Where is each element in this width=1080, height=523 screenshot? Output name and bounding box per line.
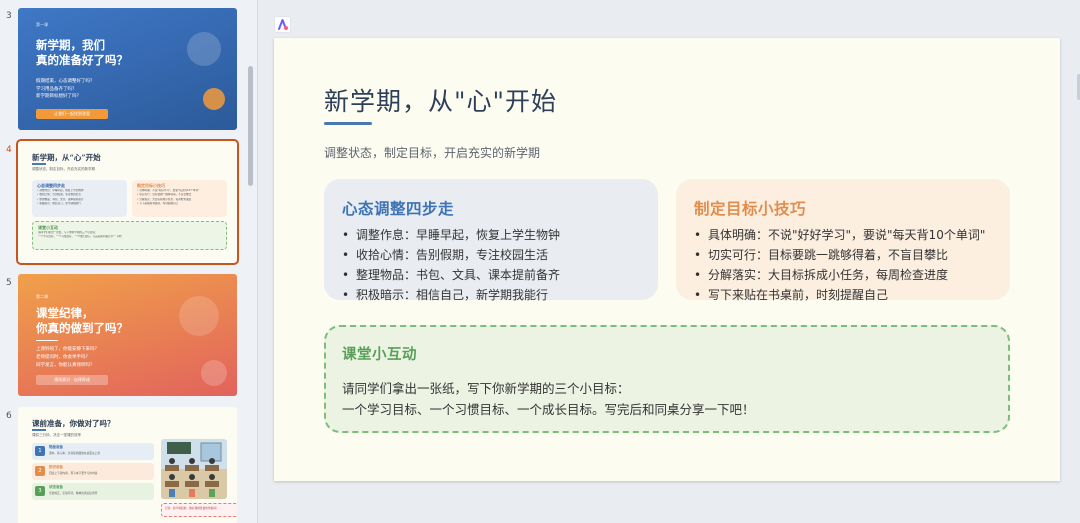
- classroom-illustration: [161, 439, 227, 499]
- thumb-subtitle: 课前三分钟，决定一堂课的效率: [32, 433, 81, 437]
- thumbnail-preview[interactable]: 第二课 课堂纪律， 你真的做到了吗？ 上课铃响了，你能安静下来吗？ 老师提问时，…: [18, 274, 237, 396]
- interaction-line: 请同学们拿出一张纸，写下你新学期的三个小目标：: [342, 381, 630, 396]
- slide-subtitle[interactable]: 调整状态，制定目标，开启充实的新学期: [324, 144, 540, 161]
- thumb-card-green: 课堂小互动 请同学们拿出一张纸，写下你新学期的三个小目标： 一个学习目标、一个习…: [32, 221, 227, 250]
- thumbnail-preview[interactable]: 第一课 新学期，我们 真的准备好了吗？ 假期结束，心态调整好了吗？ 学习用品备齐…: [18, 8, 237, 130]
- slide-number: 3: [6, 11, 12, 21]
- bullet-dot-icon: •: [342, 248, 350, 262]
- bullet-dot-icon: •: [694, 228, 702, 242]
- thumb-tag: 第一课: [36, 22, 48, 27]
- interaction-card[interactable]: 课堂小互动 请同学们拿出一张纸，写下你新学期的三个小目标： 一个学习目标、一个习…: [324, 325, 1010, 433]
- goal-tips-card[interactable]: 制定目标小技巧 • 具体明确：不说"好好学习"，要说"每天背10个单词" • 切实可…: [676, 179, 1010, 302]
- bullet-list: • 具体明确：不说"好好学习"，要说"每天背10个单词" • 切实可行：目标要跳一跳…: [692, 225, 994, 305]
- thumb-subtitle: 调整状态，制定目标，开启充实的新学期: [32, 167, 95, 171]
- bullet-list: • 调整作息：早睡早起，恢复上学生物钟 • 收拾心情：告别假期，专注校园生活 • 整理…: [340, 225, 642, 305]
- decor-circle: [203, 88, 225, 110]
- interaction-line: 一个学习目标、一个习惯目标、一个成长目标。写完后和同桌分享一下吧！: [342, 402, 755, 417]
- thumb-step-row: 1 物品准备 课本、练习本、文具提前摆放在桌面左上角: [32, 443, 154, 460]
- decor-circle: [179, 296, 219, 336]
- card-heading: 心态调整四步走: [342, 200, 455, 218]
- thumb-title: 新学期，从“心”开始: [32, 153, 101, 162]
- thumb-note: 记住：铃声响起前，做好课前准备的你最棒！: [161, 503, 237, 517]
- thumbnail-scrollbar[interactable]: [248, 66, 253, 186]
- thumb-card-blue: 心态调整四步走 • 调整作息：早睡早起，恢复上学生物钟 • 收拾心情：告别假期，…: [32, 180, 127, 217]
- thumb-step-row: 2 知识准备 回顾上节课内容，预习本节要学习的内容: [32, 463, 154, 480]
- list-item: • 切实可行：目标要跳一跳够得着，不盲目攀比: [692, 245, 994, 265]
- list-item: • 积极暗示：相信自己，新学期我能行: [340, 285, 642, 305]
- thumb-subtitle: 假期结束，心态调整好了吗？ 学习用品备齐了吗？ 新学期目标想好了吗？: [36, 79, 95, 99]
- card-heading: 课堂小互动: [342, 347, 417, 363]
- app-logo-icon[interactable]: [274, 16, 291, 33]
- app-window: 3 第一课 新学期，我们 真的准备好了吗？ 假期结束，心态调整好了吗？ 学习用品…: [0, 0, 1080, 523]
- thumb-tag: 第二课: [36, 294, 48, 299]
- bullet-dot-icon: •: [342, 288, 350, 302]
- thumb-title: 课前准备，你做对了吗？: [32, 419, 115, 428]
- slide-number: 4: [6, 145, 12, 155]
- list-item: • 分解落实：大目标拆成小任务，每周检查进度: [692, 265, 994, 285]
- bullet-dot-icon: •: [342, 268, 350, 282]
- thumb-step-row: 3 状态准备 坐姿端正，安静等待，精神饱满迎接老师: [32, 483, 154, 500]
- slide-canvas[interactable]: 新学期，从"心"开始 调整状态，制定目标，开启充实的新学期 心态调整四步走 • 调…: [274, 38, 1060, 481]
- title-underline: [32, 429, 46, 431]
- decor-circle: [201, 360, 227, 386]
- list-item: • 写下来贴在书桌前，时刻提醒自己: [692, 285, 994, 305]
- title-underline: [32, 163, 46, 165]
- thumb-card-orange: 制定目标小技巧 • 具体明确：不说"好好学习"，要说"每天背10个单词" • 切…: [132, 180, 227, 217]
- card-heading: 制定目标小技巧: [694, 200, 807, 218]
- bullet-dot-icon: •: [342, 228, 350, 242]
- list-item: • 具体明确：不说"好好学习"，要说"每天背10个单词": [692, 225, 994, 245]
- thumbnail-preview[interactable]: 课前准备，你做对了吗？ 课前三分钟，决定一堂课的效率 1 物品准备 课本、练习本…: [18, 407, 237, 523]
- list-item: • 调整作息：早睡早起，恢复上学生物钟: [340, 225, 642, 245]
- slide-number: 5: [6, 278, 12, 288]
- slide-thumbnail-panel: 3 第一课 新学期，我们 真的准备好了吗？ 假期结束，心态调整好了吗？ 学习用品…: [0, 0, 258, 523]
- thumb-subtitle: 上课铃响了，你能安静下来吗？ 老师提问时，你会举手吗？ 同学发言，你能认真倾听吗…: [36, 347, 99, 368]
- bullet-dot-icon: •: [694, 268, 702, 282]
- slide-number: 6: [6, 411, 12, 421]
- decor-circle: [187, 32, 221, 66]
- mindset-card[interactable]: 心态调整四步走 • 调整作息：早睡早起，恢复上学生物钟 • 收拾心情：告别假期，专注…: [324, 179, 658, 302]
- bullet-dot-icon: •: [694, 248, 702, 262]
- thumb-button: 规则意识 · 自律养成: [36, 375, 108, 385]
- list-item: • 整理物品：书包、文具、课本提前备齐: [340, 265, 642, 285]
- thumbnail-preview[interactable]: 新学期，从“心”开始 调整状态，制定目标，开启充实的新学期 心态调整四步走 • …: [16, 139, 239, 265]
- title-underline: [324, 122, 372, 125]
- thumb-title: 新学期，我们 真的准备好了吗？: [36, 38, 128, 67]
- thumb-button: 让我们一起找到答案: [36, 109, 108, 119]
- divider: [36, 340, 58, 341]
- thumb-title: 课堂纪律， 你真的做到了吗？: [36, 306, 128, 335]
- slide-title[interactable]: 新学期，从"心"开始: [324, 82, 557, 118]
- list-item: • 收拾心情：告别假期，专注校园生活: [340, 245, 642, 265]
- bullet-dot-icon: •: [694, 288, 702, 302]
